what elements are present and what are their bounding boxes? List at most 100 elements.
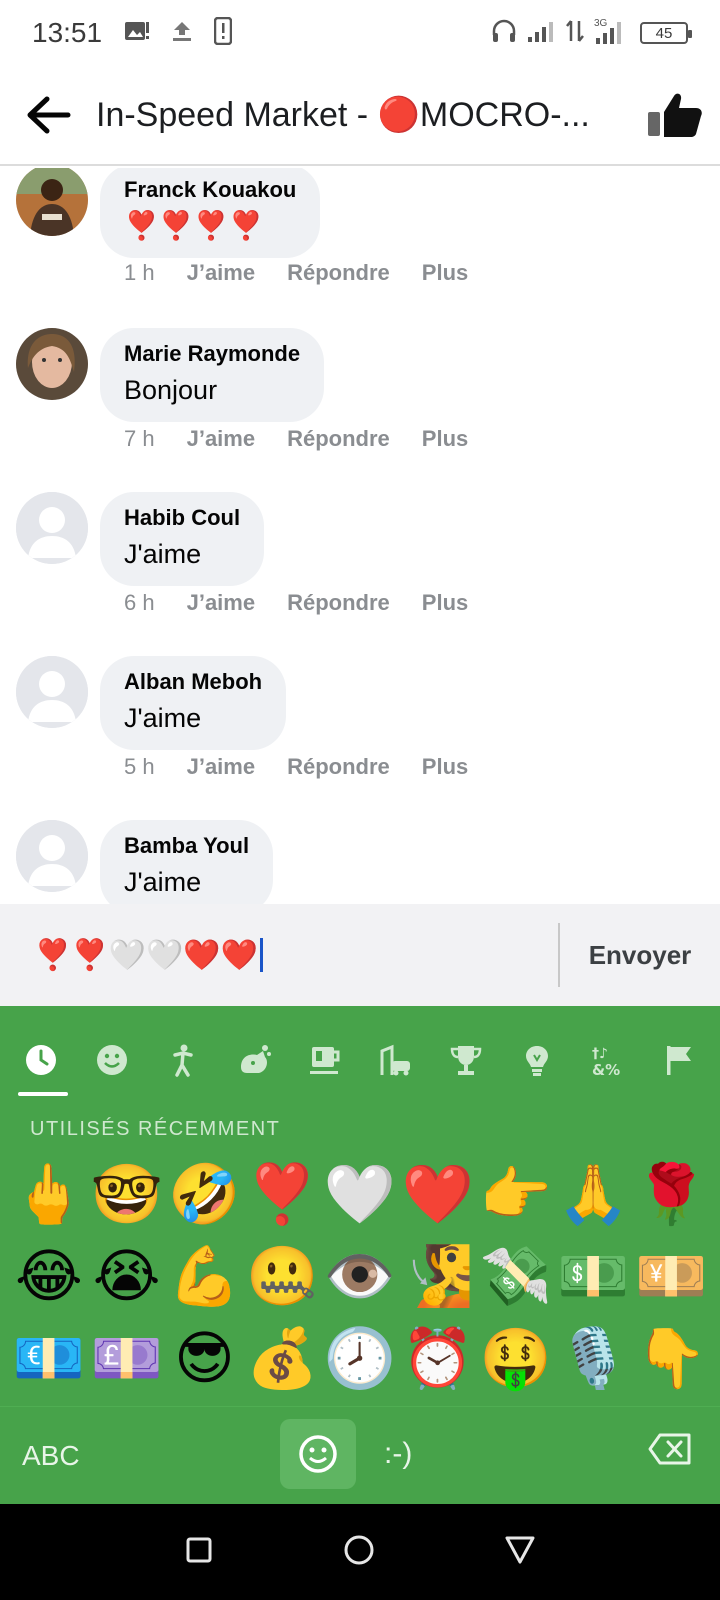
travel-icon	[380, 1044, 411, 1076]
like-post-button[interactable]	[630, 65, 720, 165]
reply-button[interactable]: Répondre	[287, 260, 390, 286]
comment-author[interactable]: Bamba Youl	[124, 830, 249, 862]
emoticon-key[interactable]: :-)	[384, 1437, 412, 1471]
emoji-key[interactable]: 💸	[477, 1236, 555, 1318]
comment-author[interactable]: Alban Meboh	[124, 666, 262, 698]
comment-author[interactable]: Marie Raymonde	[124, 338, 300, 370]
back-button[interactable]	[0, 65, 96, 165]
home-button[interactable]	[343, 1534, 375, 1571]
emoji-key[interactable]: 🤓	[88, 1154, 166, 1236]
emoji-key[interactable]: 🧏	[399, 1236, 477, 1318]
comment-actions: 5 h J’aime Répondre Plus	[124, 754, 500, 780]
emoji-key[interactable]: 👇	[632, 1318, 710, 1400]
tab-flags[interactable]	[649, 1030, 709, 1090]
send-button[interactable]: Envoyer	[560, 940, 720, 971]
upload-icon	[170, 20, 194, 47]
emoji-key[interactable]: ❣️	[243, 1154, 321, 1236]
system-nav-bar	[0, 1504, 720, 1600]
emoji-key[interactable]: 👁️	[321, 1236, 399, 1318]
emoji-key[interactable]: 💵	[554, 1236, 632, 1318]
comments-list: Franck Kouakou ❣️❣️❣️❣️ 1 h J’aime Répon…	[0, 168, 720, 904]
avatar[interactable]	[16, 820, 88, 892]
tab-food[interactable]	[295, 1030, 355, 1090]
emoji-key[interactable]: 🤐	[243, 1236, 321, 1318]
emoji-key[interactable]: 💪	[166, 1236, 244, 1318]
like-comment-button[interactable]: J’aime	[187, 426, 256, 452]
post-header: In-Speed Market - 🔴MOCRO-...	[0, 66, 720, 166]
back-nav-button[interactable]	[504, 1534, 536, 1571]
emoji-key[interactable]: 🤣	[166, 1154, 244, 1236]
more-button[interactable]: Plus	[422, 426, 468, 452]
person-icon	[173, 1044, 193, 1077]
screen: 13:51 3G 45 In-Speed Market - 🔴MOCRO-...…	[0, 0, 720, 1600]
like-comment-button[interactable]: J’aime	[187, 590, 256, 616]
emoji-key[interactable]: 😎	[166, 1318, 244, 1400]
emoji-key[interactable]: 🌹	[632, 1154, 710, 1236]
emoji-key[interactable]: 💴	[632, 1236, 710, 1318]
tab-objects[interactable]	[507, 1030, 567, 1090]
avatar[interactable]	[16, 656, 88, 728]
comment-actions: 7 h J’aime Répondre Plus	[124, 426, 500, 452]
comment-time: 5 h	[124, 754, 155, 779]
emoji-key[interactable]: 💶	[10, 1318, 88, 1400]
emoji-key[interactable]: 👉	[477, 1154, 555, 1236]
emoji-key[interactable]: 🎙️	[554, 1318, 632, 1400]
food-cup-icon	[309, 1047, 340, 1074]
svg-text:†♪: †♪	[592, 1046, 608, 1062]
tab-people[interactable]	[153, 1030, 213, 1090]
avatar[interactable]	[16, 492, 88, 564]
comment-text: Bonjour	[124, 375, 218, 405]
tab-recent[interactable]	[11, 1030, 71, 1090]
backspace-key[interactable]	[648, 1433, 692, 1470]
signal-3g-icon: 3G	[592, 16, 632, 51]
smiley-icon	[97, 1045, 128, 1075]
emoji-key[interactable]	[280, 1419, 356, 1489]
emoji-key[interactable]: 🤑	[477, 1318, 555, 1400]
comment-bubble: Habib Coul J'aime	[100, 492, 265, 586]
like-comment-button[interactable]: J’aime	[187, 754, 256, 780]
more-button[interactable]: Plus	[422, 260, 468, 286]
emoji-key[interactable]: 💷	[88, 1318, 166, 1400]
more-button[interactable]: Plus	[422, 590, 468, 616]
tab-symbols[interactable]: †♪ &%	[578, 1030, 638, 1090]
abc-key[interactable]: ABC	[22, 1440, 80, 1472]
reply-button[interactable]: Répondre	[287, 426, 390, 452]
reply-button[interactable]: Répondre	[287, 754, 390, 780]
emoji-key[interactable]: 😂	[10, 1236, 88, 1318]
tab-travel[interactable]	[365, 1030, 425, 1090]
thumbs-up-icon	[648, 93, 702, 137]
comment-time: 7 h	[124, 426, 155, 451]
triangle-back-icon	[505, 1536, 535, 1563]
status-bar: 13:51 3G 45	[0, 0, 720, 66]
comment-actions: 1 h J’aime Répondre Plus	[124, 260, 500, 286]
emoji-key[interactable]: ⏰	[399, 1318, 477, 1400]
emoji-key[interactable]: 🤍	[321, 1154, 399, 1236]
comment-bubble: Bamba Youl J'aime	[100, 820, 274, 904]
comment-author[interactable]: Franck Kouakou	[124, 174, 296, 206]
comment-input[interactable]: ❣️❣️🤍🤍❤️❤️	[0, 904, 558, 1006]
comment-text: J'aime	[124, 703, 202, 733]
status-time: 13:51	[32, 17, 103, 48]
emoji-key[interactable]: 🙏	[554, 1154, 632, 1236]
recents-button[interactable]	[184, 1535, 214, 1570]
avatar[interactable]	[16, 168, 88, 236]
emoji-key[interactable]: 😭	[88, 1236, 166, 1318]
emoji-key[interactable]: 🖕	[10, 1154, 88, 1236]
emoji-key[interactable]: ❤️	[399, 1154, 477, 1236]
trophy-icon	[450, 1046, 482, 1075]
comment-actions: 6 h J’aime Répondre Plus	[124, 590, 500, 616]
like-comment-button[interactable]: J’aime	[187, 260, 256, 286]
square-recents-icon	[186, 1537, 212, 1562]
emoji-key[interactable]: 🕗	[321, 1318, 399, 1400]
reply-button[interactable]: Répondre	[287, 590, 390, 616]
comment-text: J'aime	[124, 867, 202, 897]
avatar[interactable]	[16, 328, 88, 400]
svg-text:3G: 3G	[594, 18, 608, 29]
emoji-key[interactable]: 💰	[243, 1318, 321, 1400]
tab-smileys[interactable]	[82, 1030, 142, 1090]
comment-author[interactable]: Habib Coul	[124, 502, 240, 534]
tab-activities[interactable]	[436, 1030, 496, 1090]
emoji-section-label: UTILISÉS RÉCEMMENT	[30, 1118, 281, 1140]
more-button[interactable]: Plus	[422, 754, 468, 780]
tab-animals[interactable]	[224, 1030, 284, 1090]
